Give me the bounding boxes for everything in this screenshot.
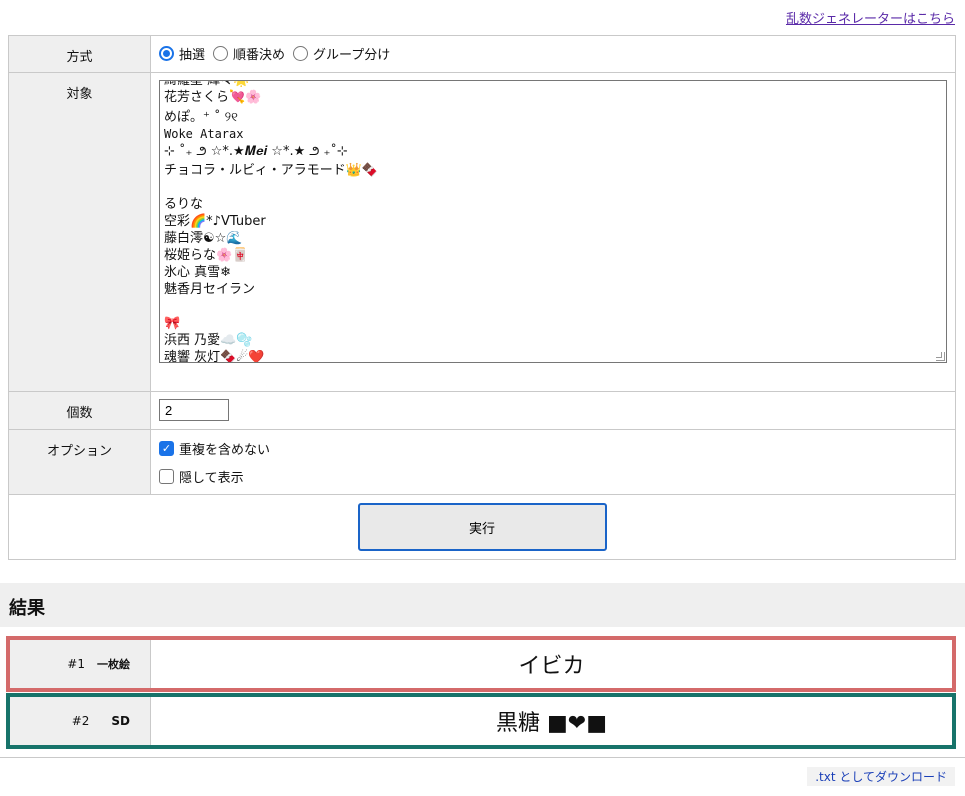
method-radio-group-label[interactable]: グループ分け [313,44,390,63]
result-tag: 一枚絵 [97,658,130,671]
method-options: 抽選 順番決め グループ分け [150,35,956,73]
method-radio-order-label[interactable]: 順番決め [233,44,285,63]
target-line: 魅香月セイラン [164,282,256,297]
no-duplicates-checkbox[interactable]: ✓ [159,440,174,456]
target-line: チョコラ・ルビィ・アラモード👑🍫 [164,163,379,178]
target-line: 浜西 乃愛☁️🫧 [164,333,253,348]
hidden-display-checkbox[interactable] [159,468,174,484]
result-number: #2 [71,714,90,728]
target-line: 魂響 灰灯🍫☄❤️ [164,350,265,363]
target-line [164,298,942,315]
options-label: オプション [8,429,151,495]
count-input[interactable] [159,399,229,421]
textarea-resize-handle[interactable] [936,352,945,361]
target-line [164,179,942,196]
result-label: #1 一枚絵 [10,640,151,688]
target-line: 花芳さくら💘🌸 [164,90,262,105]
download-txt-link[interactable]: .txt としてダウンロード [807,767,955,786]
lottery-form: 方式 抽選 順番決め グループ分け 対象 綺羅星 輝々🌟 花芳さくら💘🌸 めぽ。… [8,35,956,560]
random-generator-link[interactable]: 乱数ジェネレーターはこちら [786,8,955,27]
count-cell [150,391,956,430]
method-radio-group[interactable] [293,45,309,61]
target-line: 桜姫らな🌸🀄 [164,248,249,263]
result-row: #1 一枚絵 イビカ [6,636,956,692]
method-radio-order[interactable] [213,45,229,61]
result-row: #2 SD 黒糖 ■❤■ [6,693,956,749]
target-textarea[interactable]: 綺羅星 輝々🌟 花芳さくら💘🌸 めぽ。⁺ ˚ ୨୧ Woke Atarax ⊹ … [159,80,947,363]
run-button[interactable]: 実行 [357,503,607,551]
count-label: 個数 [8,391,151,430]
target-line: るりな [164,197,204,212]
method-label: 方式 [8,35,151,73]
run-cell: 実行 [8,494,956,560]
hidden-display-label[interactable]: 隠して表示 [179,467,244,486]
target-line: めぽ。⁺ ˚ ୨୧ [164,110,238,125]
target-line: 氷心 真雪❄ [164,265,232,280]
method-radio-lottery[interactable] [159,45,174,61]
target-label: 対象 [8,72,151,392]
target-line: Woke Atarax [164,127,244,141]
result-tag: SD [111,714,130,728]
result-number: #1 [67,657,85,671]
footer-divider [0,757,965,758]
target-line: 綺羅星 輝々🌟 [164,80,250,88]
result-value: 黒糖 ■❤■ [496,711,607,736]
options-cell: ✓ 重複を含めない 隠して表示 [150,429,956,495]
target-line: ⊹ ˚₊ ౨ ☆*.★𝑴𝒆𝒊 ☆*.★ ౨ ₊˚⊹ [164,144,348,159]
target-line: 🎀 [164,316,181,331]
target-line: 藤白澪☯☆🌊 [164,231,243,246]
method-radio-lottery-label[interactable]: 抽選 [179,44,205,63]
result-value: イビカ [518,654,585,679]
no-duplicates-label[interactable]: 重複を含めない [179,439,270,458]
result-label: #2 SD [10,697,151,745]
target-line: 空彩🌈*♪VTuber [164,214,266,229]
results-title: 結果 [0,583,965,627]
target-cell: 綺羅星 輝々🌟 花芳さくら💘🌸 めぽ。⁺ ˚ ୨୧ Woke Atarax ⊹ … [150,72,956,392]
